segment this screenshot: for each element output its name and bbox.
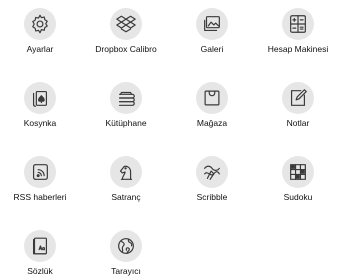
app-label: Sözlük bbox=[27, 266, 53, 276]
dictionary-icon bbox=[24, 230, 56, 262]
cards-icon bbox=[24, 82, 56, 114]
calculator-icon bbox=[282, 8, 314, 40]
rss-icon bbox=[24, 156, 56, 188]
app-label: Dropbox Calibro bbox=[95, 44, 157, 54]
notepad-icon bbox=[282, 82, 314, 114]
app-label: Sudoku bbox=[283, 192, 313, 202]
app-rss-haberleri[interactable]: RSS haberleri bbox=[0, 156, 83, 202]
shopping-bag-icon bbox=[196, 82, 228, 114]
dropbox-icon bbox=[110, 8, 142, 40]
scribble-icon bbox=[196, 156, 228, 188]
app-label: Tarayıcı bbox=[111, 266, 141, 276]
app-galeri[interactable]: Galeri bbox=[169, 8, 255, 54]
gallery-icon bbox=[196, 8, 228, 40]
app-kosynka[interactable]: Kosynka bbox=[0, 82, 83, 128]
chess-knight-icon bbox=[110, 156, 142, 188]
app-magaza[interactable]: Mağaza bbox=[169, 82, 255, 128]
globe-icon bbox=[110, 230, 142, 262]
gear-icon bbox=[24, 8, 56, 40]
app-label: Satranç bbox=[111, 192, 141, 202]
app-label: Notlar bbox=[286, 118, 310, 128]
app-dropbox-calibro[interactable]: Dropbox Calibro bbox=[83, 8, 169, 54]
app-label: Ayarlar bbox=[26, 44, 54, 54]
app-label: Scribble bbox=[196, 192, 228, 202]
app-notlar[interactable]: Notlar bbox=[255, 82, 338, 128]
app-label: Galeri bbox=[200, 44, 224, 54]
app-scribble[interactable]: Scribble bbox=[169, 156, 255, 202]
library-icon bbox=[110, 82, 142, 114]
app-satranc[interactable]: Satranç bbox=[83, 156, 169, 202]
app-sudoku[interactable]: Sudoku bbox=[255, 156, 338, 202]
app-label: Kütüphane bbox=[105, 118, 147, 128]
app-label: Mağaza bbox=[196, 118, 228, 128]
app-label: Kosynka bbox=[23, 118, 57, 128]
app-ayarlar[interactable]: Ayarlar bbox=[0, 8, 83, 54]
app-hesap-makinesi[interactable]: Hesap Makinesi bbox=[255, 8, 338, 54]
app-label: Hesap Makinesi bbox=[267, 44, 329, 54]
app-sozluk[interactable]: Sözlük bbox=[0, 230, 83, 276]
app-tarayici[interactable]: Tarayıcı bbox=[83, 230, 169, 276]
app-launcher-grid: Ayarlar Dropbox Calibro Galeri Hesap Mak… bbox=[0, 0, 338, 279]
sudoku-icon bbox=[282, 156, 314, 188]
app-kutuphane[interactable]: Kütüphane bbox=[83, 82, 169, 128]
app-label: RSS haberleri bbox=[13, 192, 67, 202]
